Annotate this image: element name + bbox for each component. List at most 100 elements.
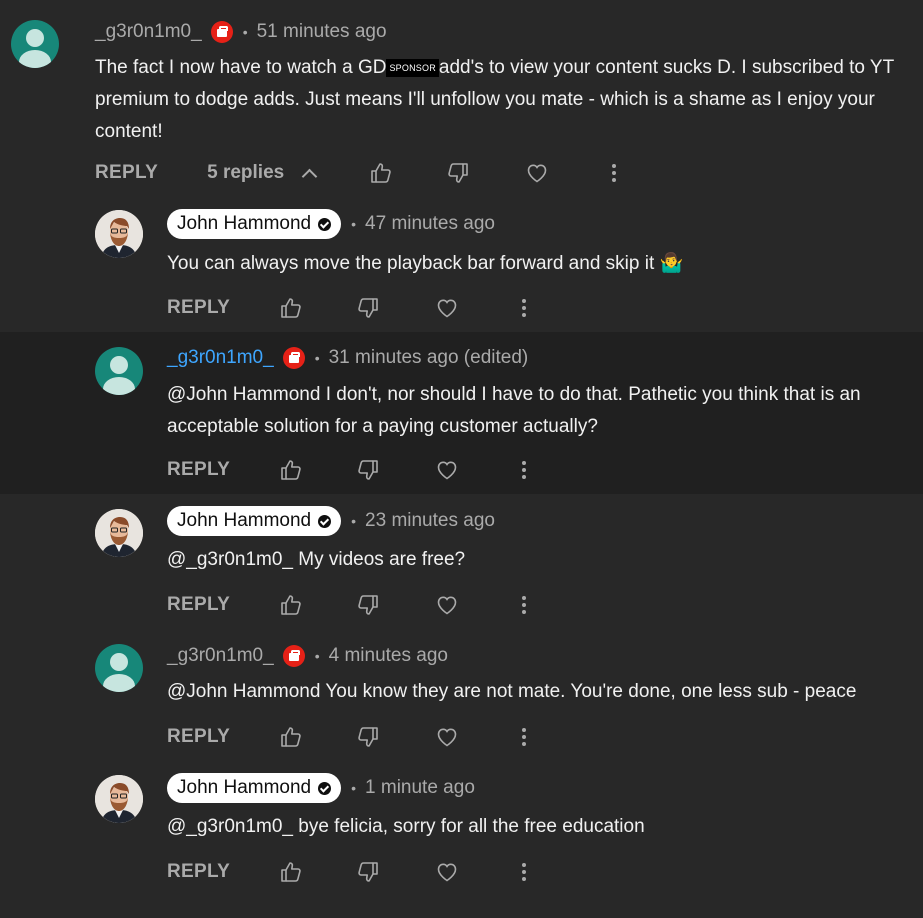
comment-text: @John Hammond I don't, nor should I have… xyxy=(167,384,861,437)
sponsor-tag: SPONSOR xyxy=(386,59,439,77)
reply-button[interactable]: REPLY xyxy=(167,861,230,883)
thumbs-down-icon xyxy=(358,298,378,318)
heart-button[interactable] xyxy=(434,457,460,483)
heart-icon xyxy=(437,299,457,318)
reply-comment: John Hammond • 1 minute ago @_g3r0n1m0_ … xyxy=(0,761,923,918)
reply-comment: _g3r0n1m0_ • 4 minutes ago @John Hammond… xyxy=(0,629,923,761)
more-actions-button[interactable] xyxy=(511,859,537,885)
creator-author-pill[interactable]: John Hammond xyxy=(167,209,342,239)
reply-button[interactable]: REPLY xyxy=(95,162,158,184)
like-button[interactable] xyxy=(278,457,304,483)
more-actions-button[interactable] xyxy=(511,724,537,750)
comment-text: @_g3r0n1m0_ My videos are free? xyxy=(167,549,466,570)
author-name[interactable]: _g3r0n1m0_ xyxy=(167,347,274,369)
comment-actions: REPLY xyxy=(167,590,547,620)
more-vert-icon xyxy=(522,461,526,479)
like-button[interactable] xyxy=(278,859,304,885)
dislike-button[interactable] xyxy=(355,592,381,618)
more-vert-icon xyxy=(522,299,526,317)
heart-button[interactable] xyxy=(434,592,460,618)
more-vert-icon xyxy=(612,164,616,182)
like-button[interactable] xyxy=(278,724,304,750)
timestamp[interactable]: 51 minutes ago xyxy=(257,21,387,43)
heart-icon xyxy=(437,461,457,480)
comment-header: John Hammond • 47 minutes ago xyxy=(167,209,495,239)
heart-button[interactable] xyxy=(434,295,460,321)
author-name[interactable]: _g3r0n1m0_ xyxy=(95,21,202,43)
reply-comment-highlighted: _g3r0n1m0_ • 31 minutes ago (edited) @Jo… xyxy=(0,332,923,494)
heart-icon xyxy=(437,596,457,615)
avatar[interactable] xyxy=(95,775,143,823)
reply-button[interactable]: REPLY xyxy=(167,594,230,616)
avatar[interactable] xyxy=(11,20,59,68)
comment-actions: REPLY xyxy=(167,857,547,887)
reply-button[interactable]: REPLY xyxy=(167,726,230,748)
member-badge-icon xyxy=(210,21,233,43)
more-actions-button[interactable] xyxy=(511,457,537,483)
avatar[interactable] xyxy=(95,509,143,557)
separator: • xyxy=(314,648,320,664)
heart-icon xyxy=(527,164,547,183)
thumbs-up-icon xyxy=(281,862,301,882)
comment-text: @John Hammond You know they are not mate… xyxy=(167,681,857,702)
dislike-button[interactable] xyxy=(355,724,381,750)
reply-button[interactable]: REPLY xyxy=(167,297,230,319)
profile-photo-icon xyxy=(95,775,143,823)
thumbs-down-icon xyxy=(358,727,378,747)
author-name[interactable]: _g3r0n1m0_ xyxy=(167,645,274,667)
dislike-button[interactable] xyxy=(355,457,381,483)
dislike-button[interactable] xyxy=(445,160,471,186)
like-button[interactable] xyxy=(278,592,304,618)
avatar[interactable] xyxy=(95,210,143,258)
timestamp[interactable]: 47 minutes ago xyxy=(365,213,495,235)
comment-actions: REPLY xyxy=(167,455,547,485)
reply-button[interactable]: REPLY xyxy=(167,459,230,481)
heart-button[interactable] xyxy=(434,724,460,750)
comment-actions: REPLY xyxy=(167,722,547,752)
separator: • xyxy=(351,780,357,796)
separator: • xyxy=(351,513,357,529)
thumbs-up-icon xyxy=(281,460,301,480)
verified-check-icon xyxy=(318,781,332,795)
timestamp[interactable]: 31 minutes ago (edited) xyxy=(329,347,529,369)
dislike-button[interactable] xyxy=(355,859,381,885)
timestamp[interactable]: 4 minutes ago xyxy=(329,645,448,667)
separator: • xyxy=(351,216,357,232)
thumbs-down-icon xyxy=(358,862,378,882)
dislike-button[interactable] xyxy=(355,295,381,321)
comment-thread-top: _g3r0n1m0_ • 51 minutes ago The fact I n… xyxy=(0,0,923,200)
like-button[interactable] xyxy=(278,295,304,321)
avatar[interactable] xyxy=(95,644,143,692)
heart-icon xyxy=(437,728,457,747)
heart-icon xyxy=(437,863,457,882)
comment-actions: REPLY 5 replies xyxy=(95,158,655,188)
like-button[interactable] xyxy=(368,160,394,186)
heart-button[interactable] xyxy=(434,859,460,885)
creator-author-pill[interactable]: John Hammond xyxy=(167,773,342,803)
view-replies-button[interactable]: 5 replies xyxy=(207,162,318,184)
thumbs-down-icon xyxy=(448,163,468,183)
profile-photo-icon xyxy=(95,509,143,557)
verified-check-icon xyxy=(318,514,332,528)
reply-comment: John Hammond • 47 minutes ago You can al… xyxy=(0,200,923,332)
avatar[interactable] xyxy=(95,347,143,395)
more-actions-button[interactable] xyxy=(601,160,627,186)
creator-author-pill[interactable]: John Hammond xyxy=(167,506,342,536)
more-vert-icon xyxy=(522,728,526,746)
thumbs-down-icon xyxy=(358,595,378,615)
more-actions-button[interactable] xyxy=(511,295,537,321)
comment-actions: REPLY xyxy=(167,293,547,323)
author-name: John Hammond xyxy=(177,510,312,531)
chevron-up-icon xyxy=(301,168,318,184)
more-vert-icon xyxy=(522,596,526,614)
reply-comment: John Hammond • 23 minutes ago @_g3r0n1m0… xyxy=(0,494,923,629)
thumbs-up-icon xyxy=(281,298,301,318)
heart-button[interactable] xyxy=(524,160,550,186)
thumbs-up-icon xyxy=(281,727,301,747)
comment-header: John Hammond • 1 minute ago xyxy=(167,773,475,803)
more-actions-button[interactable] xyxy=(511,592,537,618)
member-badge-icon xyxy=(282,645,305,667)
comment-header: John Hammond • 23 minutes ago xyxy=(167,506,495,536)
timestamp[interactable]: 1 minute ago xyxy=(365,777,475,799)
timestamp[interactable]: 23 minutes ago xyxy=(365,510,495,532)
